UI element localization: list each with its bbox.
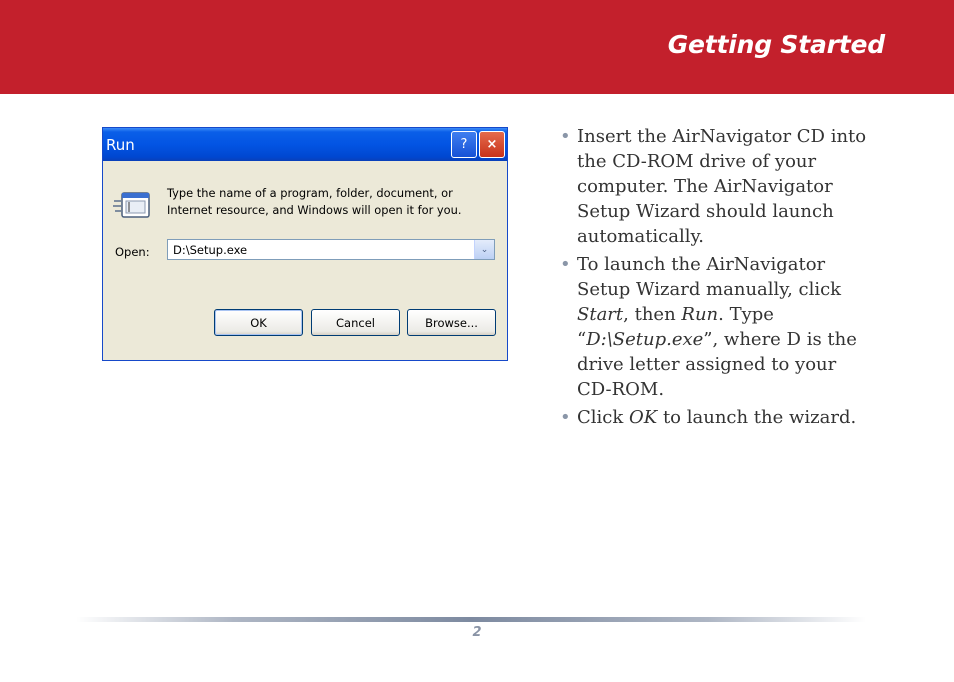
- run-term: Run: [681, 304, 719, 325]
- instruction-text: , then: [623, 304, 682, 325]
- page-number: 2: [472, 625, 482, 640]
- run-dialog-title: Run: [106, 136, 135, 154]
- run-dialog-titlebar: Run ? ×: [103, 128, 507, 161]
- open-combobox[interactable]: D:\Setup.exe ⌄: [167, 239, 495, 260]
- open-input-value[interactable]: D:\Setup.exe: [173, 243, 247, 257]
- run-dialog-screenshot: Run ? × Type the name of a program, fold…: [102, 127, 508, 361]
- page-title: Getting Started: [667, 30, 886, 59]
- ok-term: OK: [629, 407, 658, 428]
- bullet-icon: •: [560, 407, 571, 428]
- run-dialog-description: Type the name of a program, folder, docu…: [167, 186, 462, 217]
- close-button[interactable]: ×: [479, 131, 505, 158]
- instruction-list: • Insert the AirNavigator CD into the CD…: [559, 124, 869, 433]
- instruction-text: to launch the wizard.: [657, 407, 857, 428]
- instruction-text: Click: [577, 407, 629, 428]
- help-button[interactable]: ?: [451, 131, 477, 158]
- instruction-item: • Click OK to launch the wizard.: [559, 405, 869, 430]
- bullet-icon: •: [560, 126, 571, 147]
- browse-button[interactable]: Browse...: [407, 309, 496, 336]
- instruction-text: To launch the AirNavigator Setup Wizard …: [577, 254, 842, 300]
- run-dialog-body: Type the name of a program, folder, docu…: [103, 161, 507, 361]
- bullet-icon: •: [560, 254, 571, 275]
- setup-path: D:\Setup.exe: [586, 329, 704, 350]
- ok-button[interactable]: OK: [214, 309, 303, 336]
- cancel-button[interactable]: Cancel: [311, 309, 400, 336]
- start-term: Start: [577, 304, 624, 325]
- instruction-item: • To launch the AirNavigator Setup Wizar…: [559, 252, 869, 402]
- header-band: Getting Started: [0, 0, 954, 94]
- instruction-text: Insert the AirNavigator CD into the CD-R…: [577, 126, 867, 247]
- chevron-down-icon[interactable]: ⌄: [474, 240, 494, 259]
- open-label: Open:: [115, 245, 150, 259]
- run-program-icon: [113, 192, 150, 218]
- footer-divider: [76, 617, 866, 622]
- instruction-item: • Insert the AirNavigator CD into the CD…: [559, 124, 869, 249]
